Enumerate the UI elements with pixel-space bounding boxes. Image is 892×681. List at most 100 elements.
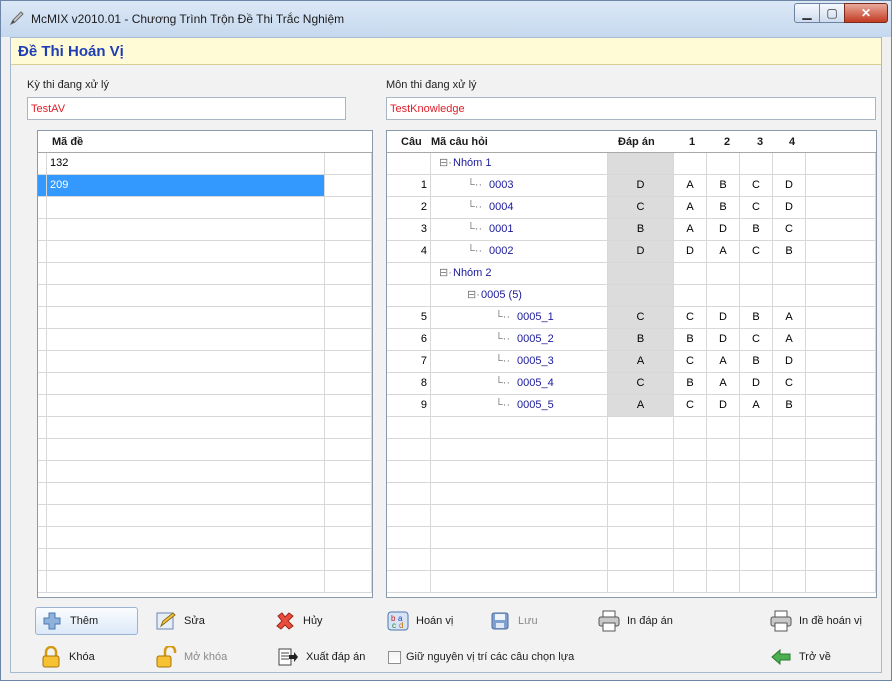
collapse-icon[interactable]: ⊟· [439, 153, 452, 174]
grid-cell[interactable] [740, 439, 773, 461]
exam-code-cell[interactable]: 132 [47, 153, 325, 175]
grid-cell[interactable] [674, 461, 707, 483]
grid-cell[interactable] [608, 571, 674, 593]
option-4-cell[interactable]: B [773, 241, 806, 263]
grid-cell[interactable] [325, 307, 372, 329]
grid-cell[interactable] [806, 329, 876, 351]
question-number-cell[interactable]: 6 [387, 329, 431, 351]
question-number-cell[interactable] [387, 153, 431, 175]
col-header-4[interactable]: 4 [789, 136, 795, 148]
option-1-cell[interactable] [674, 285, 707, 307]
question-code-cell[interactable]: └·· 0005_2 [431, 329, 608, 351]
exam-code-cell[interactable]: 209 [47, 175, 325, 197]
grid-cell[interactable] [325, 241, 372, 263]
grid-cell[interactable] [325, 373, 372, 395]
grid-cell[interactable] [38, 395, 47, 417]
grid-cell[interactable] [806, 549, 876, 571]
grid-cell[interactable] [707, 417, 740, 439]
grid-cell[interactable] [773, 505, 806, 527]
option-2-cell[interactable]: A [707, 241, 740, 263]
col-header-no[interactable]: Câu [401, 136, 422, 148]
grid-cell[interactable] [325, 395, 372, 417]
grid-cell[interactable] [325, 285, 372, 307]
option-1-cell[interactable]: C [674, 395, 707, 417]
col-header-answer[interactable]: Đáp án [618, 136, 655, 148]
grid-cell[interactable] [608, 439, 674, 461]
option-3-cell[interactable]: C [740, 241, 773, 263]
grid-cell[interactable] [608, 527, 674, 549]
grid-cell[interactable] [773, 527, 806, 549]
minimize-button[interactable]: ▁ [794, 3, 820, 23]
grid-cell[interactable] [431, 417, 608, 439]
option-1-cell[interactable]: C [674, 351, 707, 373]
option-3-cell[interactable] [740, 263, 773, 285]
option-4-cell[interactable]: D [773, 351, 806, 373]
grid-cell[interactable] [674, 505, 707, 527]
grid-cell[interactable] [740, 417, 773, 439]
question-number-cell[interactable]: 2 [387, 197, 431, 219]
keep-order-checkbox[interactable] [388, 651, 401, 664]
tree-group-node[interactable]: ⊟· 0005 (5) [431, 285, 608, 307]
grid-cell[interactable] [38, 175, 47, 197]
grid-cell[interactable] [674, 549, 707, 571]
exam-code-cell[interactable] [47, 241, 325, 263]
option-4-cell[interactable]: D [773, 197, 806, 219]
exam-code-cell[interactable] [47, 549, 325, 571]
grid-cell[interactable] [707, 461, 740, 483]
grid-cell[interactable] [38, 549, 47, 571]
grid-cell[interactable] [325, 505, 372, 527]
option-2-cell[interactable]: A [707, 351, 740, 373]
option-3-cell[interactable] [740, 285, 773, 307]
option-2-cell[interactable]: A [707, 373, 740, 395]
question-code-cell[interactable]: └·· 0005_1 [431, 307, 608, 329]
answer-cell[interactable]: C [608, 197, 674, 219]
grid-cell[interactable] [806, 417, 876, 439]
grid-cell[interactable] [608, 505, 674, 527]
grid-cell[interactable] [325, 175, 372, 197]
answer-cell[interactable]: C [608, 307, 674, 329]
option-1-cell[interactable]: B [674, 329, 707, 351]
exam-field[interactable]: TestAV [27, 97, 346, 120]
option-1-cell[interactable] [674, 153, 707, 175]
option-1-cell[interactable]: D [674, 241, 707, 263]
permute-button[interactable]: bacd Hoán vị [386, 607, 453, 635]
grid-cell[interactable] [387, 527, 431, 549]
exam-code-cell[interactable] [47, 307, 325, 329]
export-answers-button[interactable]: Xuất đáp án [276, 643, 365, 671]
maximize-button[interactable]: ▢ [819, 3, 845, 23]
option-2-cell[interactable]: D [707, 219, 740, 241]
grid-cell[interactable] [674, 417, 707, 439]
grid-cell[interactable] [325, 527, 372, 549]
grid-cell[interactable] [38, 527, 47, 549]
grid-cell[interactable] [806, 395, 876, 417]
grid-cell[interactable] [387, 439, 431, 461]
grid-cell[interactable] [707, 527, 740, 549]
option-2-cell[interactable]: D [707, 395, 740, 417]
grid-cell[interactable] [38, 285, 47, 307]
grid-cell[interactable] [325, 263, 372, 285]
grid-cell[interactable] [806, 219, 876, 241]
grid-cell[interactable] [806, 175, 876, 197]
grid-cell[interactable] [773, 461, 806, 483]
option-3-cell[interactable]: A [740, 395, 773, 417]
grid-cell[interactable] [806, 571, 876, 593]
option-4-cell[interactable] [773, 263, 806, 285]
question-number-cell[interactable]: 8 [387, 373, 431, 395]
grid-cell[interactable] [387, 549, 431, 571]
grid-cell[interactable] [325, 549, 372, 571]
save-button[interactable]: Lưu [488, 607, 538, 635]
question-number-cell[interactable]: 7 [387, 351, 431, 373]
option-3-cell[interactable]: C [740, 175, 773, 197]
add-button[interactable]: Thêm [35, 607, 138, 635]
exam-code-grid[interactable]: Mã đề 132 209 [37, 130, 373, 598]
question-number-cell[interactable]: 5 [387, 307, 431, 329]
grid-cell[interactable] [431, 461, 608, 483]
grid-cell[interactable] [38, 373, 47, 395]
grid-cell[interactable] [325, 329, 372, 351]
question-number-cell[interactable]: 3 [387, 219, 431, 241]
grid-cell[interactable] [325, 219, 372, 241]
grid-cell[interactable] [325, 351, 372, 373]
exam-code-cell[interactable] [47, 461, 325, 483]
grid-cell[interactable] [740, 571, 773, 593]
grid-cell[interactable] [806, 197, 876, 219]
